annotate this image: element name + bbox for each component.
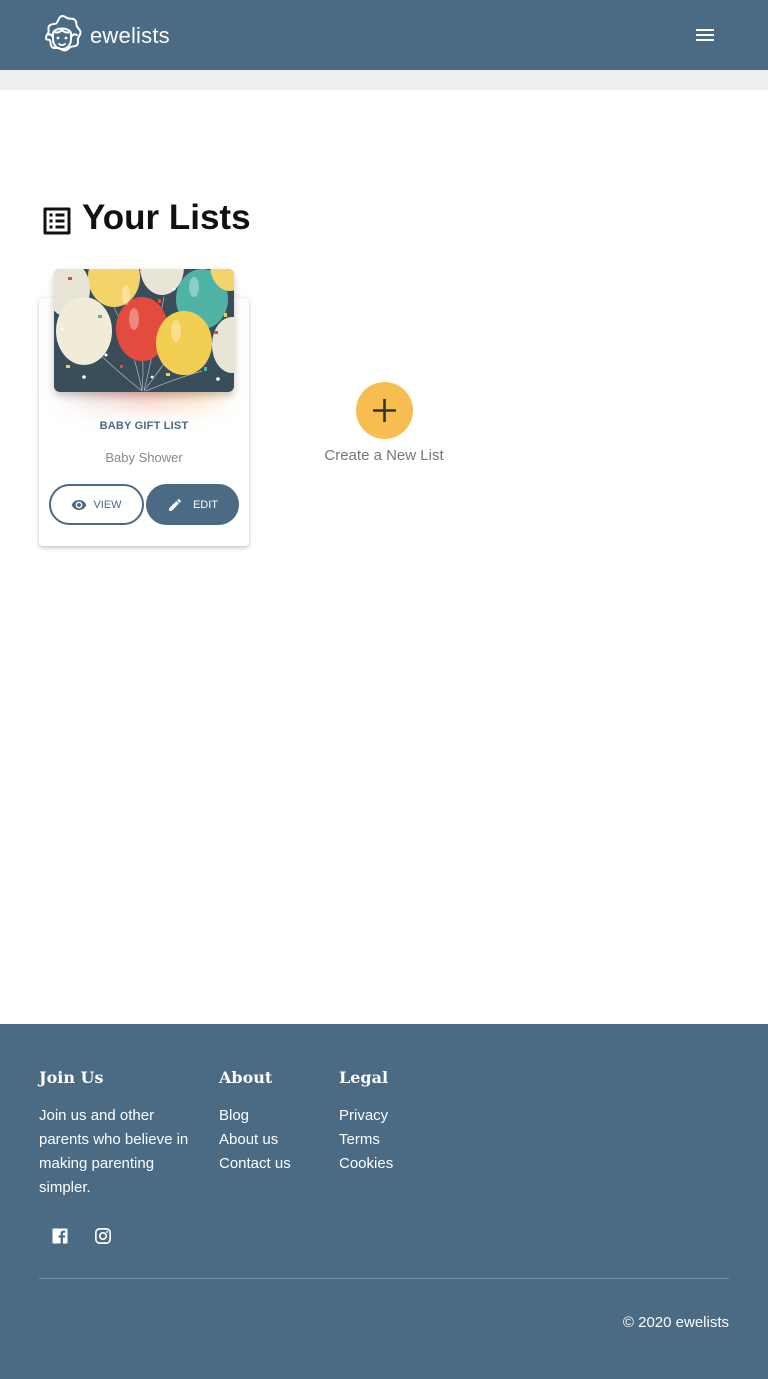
footer-legal-title: Legal bbox=[339, 1068, 389, 1087]
page-title-text: Your Lists bbox=[82, 198, 251, 237]
card-image-container bbox=[54, 269, 234, 401]
create-list-label: Create a New List bbox=[324, 447, 444, 464]
footer-about-title: About bbox=[219, 1068, 273, 1087]
facebook-icon[interactable] bbox=[51, 1227, 69, 1245]
view-button-label: VIEW bbox=[93, 498, 122, 511]
view-list-button[interactable]: VIEW bbox=[49, 484, 144, 525]
list-subtitle: Baby Shower bbox=[105, 450, 183, 465]
page-title: Your Lists bbox=[39, 196, 251, 240]
footer-link-about-us[interactable]: About us bbox=[219, 1128, 291, 1152]
eye-icon bbox=[72, 499, 87, 510]
site-footer: Join Us Join us and other parents who be… bbox=[0, 1024, 768, 1379]
header-subbar bbox=[0, 70, 768, 90]
footer-link-cookies[interactable]: Cookies bbox=[339, 1152, 393, 1176]
brand-link[interactable]: ewelists bbox=[39, 13, 170, 59]
footer-copyright: © 2020 ewelists bbox=[622, 1314, 729, 1331]
pencil-icon bbox=[168, 498, 181, 511]
footer-link-terms[interactable]: Terms bbox=[339, 1128, 393, 1152]
sheep-logo-icon bbox=[44, 14, 82, 52]
edit-button-label: EDIT bbox=[192, 498, 219, 511]
brand-name: ewelists bbox=[90, 23, 170, 48]
footer-link-contact-us[interactable]: Contact us bbox=[219, 1152, 291, 1176]
list-card: BABY GIFT LIST Baby Shower VIEW EDIT bbox=[39, 269, 249, 546]
footer-link-privacy[interactable]: Privacy bbox=[339, 1104, 393, 1128]
edit-list-button[interactable]: EDIT bbox=[146, 484, 239, 525]
create-list-circle[interactable] bbox=[356, 382, 413, 439]
instagram-icon[interactable] bbox=[94, 1227, 112, 1245]
top-navbar: ewelists bbox=[0, 0, 768, 70]
footer-about-links: Blog About us Contact us bbox=[219, 1104, 291, 1176]
plus-icon bbox=[373, 399, 396, 422]
footer-join-title: Join Us bbox=[39, 1068, 104, 1087]
create-new-list-button[interactable]: Create a New List bbox=[300, 382, 468, 472]
balloons-image[interactable] bbox=[54, 269, 234, 392]
footer-join-text: Join us and other parents who believe in… bbox=[39, 1107, 189, 1196]
footer-divider bbox=[39, 1278, 729, 1279]
list-alt-icon bbox=[43, 207, 71, 234]
footer-legal-links: Privacy Terms Cookies bbox=[339, 1104, 393, 1176]
hamburger-menu-icon[interactable] bbox=[693, 25, 717, 45]
list-category: BABY GIFT LIST bbox=[99, 420, 189, 432]
footer-link-blog[interactable]: Blog bbox=[219, 1104, 291, 1128]
